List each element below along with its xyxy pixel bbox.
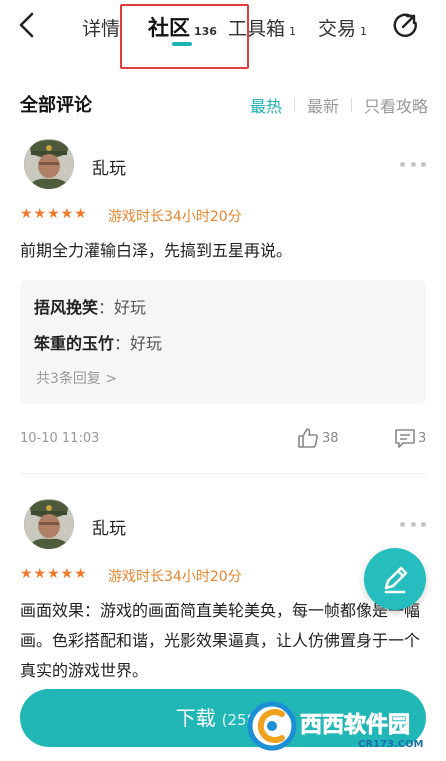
highlight-annotation-box [120, 4, 249, 69]
sort-options: 最热 最新 只看攻略 [250, 93, 428, 117]
tab-trade[interactable]: 交易 1 [318, 14, 367, 41]
back-arrow-icon[interactable] [12, 8, 42, 42]
section-title: 全部评论 [20, 95, 92, 116]
like-count: 38 [322, 430, 339, 446]
reply-separator: ： [114, 334, 131, 353]
rating-stars: ★★★★★ [20, 206, 88, 222]
thumbs-up-icon [298, 428, 318, 448]
comment-divider [20, 473, 426, 474]
reply-text: 好玩 [130, 334, 163, 353]
share-icon[interactable] [392, 12, 418, 38]
tab-details-label: 详情 [82, 18, 121, 40]
reply-author[interactable]: 捂风挽笑 [34, 298, 98, 317]
reply-item: 捂风挽笑：好玩 [34, 294, 146, 318]
username[interactable]: 乱玩 [92, 514, 126, 539]
tab-trade-count: 1 [360, 25, 368, 38]
sort-latest[interactable]: 最新 [307, 93, 339, 117]
pencil-icon [384, 566, 408, 594]
watermark-text: 西西软件园 [300, 712, 410, 738]
sort-divider [350, 98, 352, 112]
tab-details[interactable]: 详情 [82, 14, 120, 41]
view-all-replies-link[interactable]: 共3条回复 > [36, 368, 117, 388]
comment-time: 10-10 11:03 [20, 431, 100, 446]
site-watermark-logo: 西西软件园 CR173.COM [247, 701, 424, 751]
sort-guides-only[interactable]: 只看攻略 [364, 93, 428, 117]
watermark-domain: CR173.COM [358, 739, 424, 750]
download-label: 下载 [175, 706, 216, 730]
rating-stars: ★★★★★ [20, 566, 88, 582]
more-options-icon[interactable] [400, 160, 426, 168]
replies-box[interactable]: 捂风挽笑：好玩 笨重的玉竹：好玩 共3条回复 > [20, 280, 426, 404]
sort-hot[interactable]: 最热 [250, 93, 282, 117]
reply-button[interactable]: 3 [394, 427, 426, 449]
play-time: 游戏时长34小时20分 [108, 209, 242, 225]
tab-toolbox-count: 1 [289, 25, 297, 38]
sort-divider [293, 98, 295, 112]
reply-author[interactable]: 笨重的玉竹 [34, 334, 114, 353]
top-nav: 详情 社区 136 工具箱 1 交易 1 [0, 0, 446, 69]
username[interactable]: 乱玩 [92, 154, 126, 179]
tab-trade-label: 交易 [318, 18, 357, 40]
reply-text: 好玩 [114, 298, 147, 317]
comment-icon [395, 429, 415, 448]
reply-separator: ： [98, 298, 115, 317]
avatar-image [24, 139, 74, 189]
reply-count: 3 [418, 430, 427, 446]
avatar-image [24, 499, 74, 549]
write-comment-button[interactable] [364, 548, 426, 610]
like-button[interactable]: 38 [297, 427, 339, 449]
reply-item: 笨重的玉竹：好玩 [34, 330, 162, 354]
play-time: 游戏时长34小时20分 [108, 569, 242, 585]
avatar[interactable] [24, 499, 74, 549]
more-options-icon[interactable] [400, 520, 426, 528]
comment-text[interactable]: 前期全力灌输白泽，先搞到五星再说。 [20, 236, 430, 266]
avatar[interactable] [24, 139, 74, 189]
